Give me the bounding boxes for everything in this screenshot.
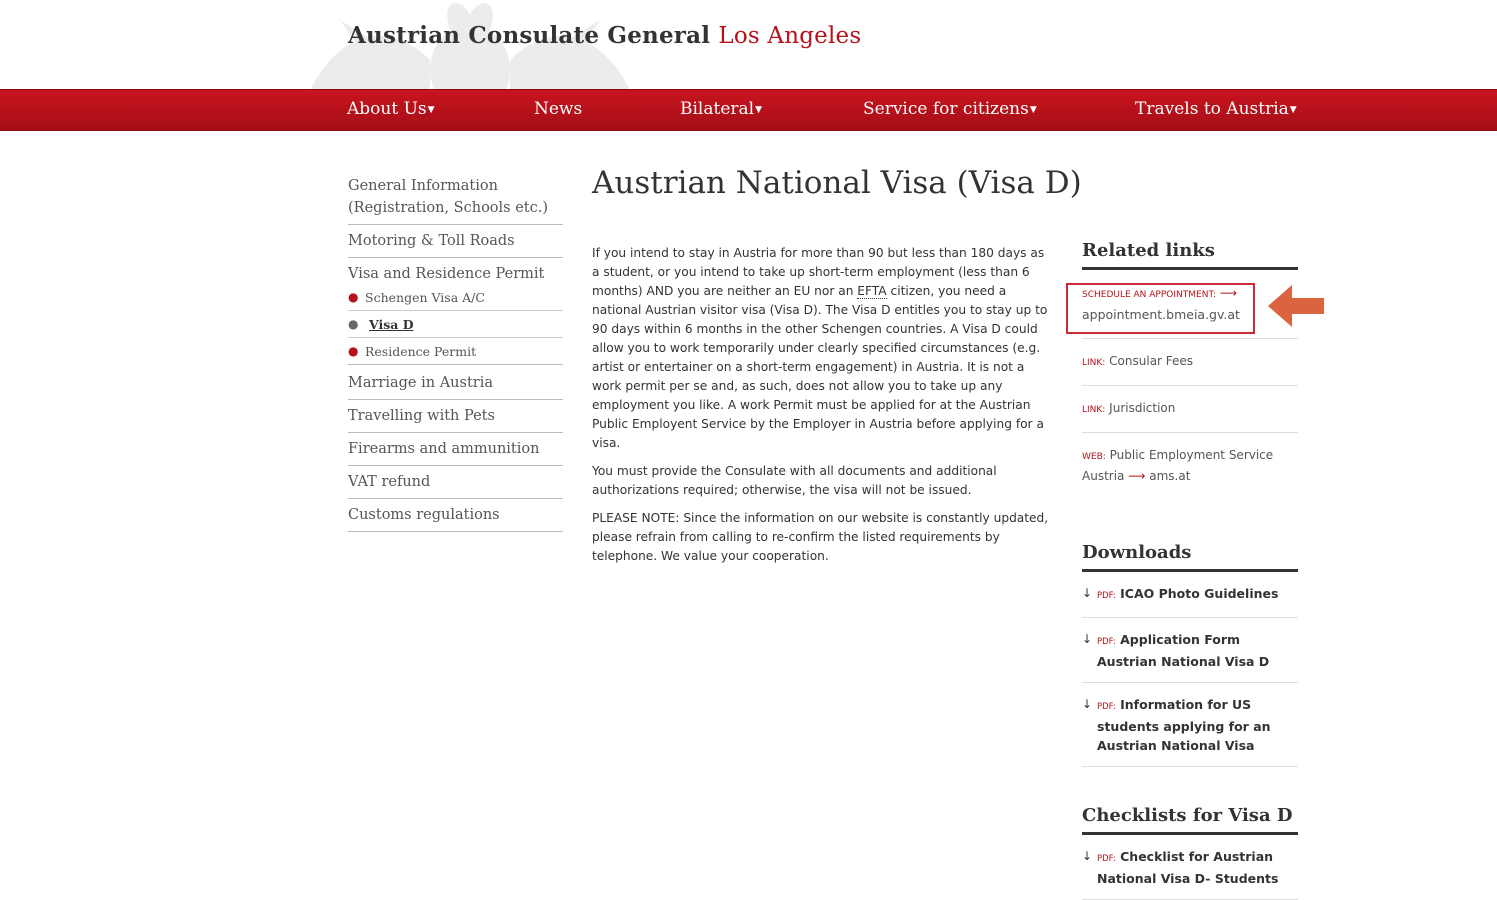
sidebar-nav: General Information (Registration, Schoo…: [348, 174, 563, 536]
nav-service-for-citizens[interactable]: Service for citizens▼: [863, 99, 1037, 119]
site-title-city: Los Angeles: [718, 23, 862, 49]
nav-bilateral-label: Bilateral: [680, 99, 755, 119]
right-column: Related links Schedule an appointment: ⟶…: [1082, 240, 1298, 900]
link-tag: Link:: [1082, 405, 1106, 415]
related-link-consular-fees[interactable]: Link: Consular Fees: [1082, 339, 1298, 386]
nav-bilateral[interactable]: Bilateral▼: [680, 99, 762, 119]
download-label: Information for US students applying for…: [1097, 697, 1271, 753]
download-label: ICAO Photo Guidelines: [1120, 586, 1279, 601]
sidebar-subitem-residence-permit[interactable]: ● Residence Permit: [348, 341, 563, 365]
download-checklist-students[interactable]: ↓ PDF: Checklist for Austrian National V…: [1082, 835, 1298, 900]
nav-travels-to-austria[interactable]: Travels to Austria▼: [1135, 99, 1297, 119]
download-arrow-icon: ↓: [1082, 697, 1093, 711]
related-link-jurisdiction[interactable]: Link: Jurisdiction: [1082, 386, 1298, 433]
related-links-heading: Related links: [1082, 240, 1298, 270]
sidebar-item-customs[interactable]: Customs regulations: [348, 503, 563, 532]
caret-down-icon: ▼: [427, 104, 435, 115]
paragraph-intro-part-b: citizen, you need a national Austrian vi…: [592, 284, 1048, 450]
sidebar-subitem-label: Visa D: [369, 317, 414, 332]
nav-about-us[interactable]: About Us▼: [347, 99, 435, 119]
download-arrow-icon: ↓: [1082, 632, 1093, 646]
site-title-main: Austrian Consulate General: [348, 22, 711, 49]
link-text-domain: ams.at: [1149, 469, 1191, 483]
related-link-ams[interactable]: Web: Public Employment Service Austria ⟶…: [1082, 433, 1298, 500]
pdf-tag: PDF:: [1097, 591, 1116, 601]
sidebar-subitem-schengen-visa[interactable]: ● Schengen Visa A/C: [348, 287, 563, 311]
highlight-box-annotation: [1066, 283, 1255, 334]
nav-service-label: Service for citizens: [863, 99, 1029, 119]
sidebar-item-motoring[interactable]: Motoring & Toll Roads: [348, 229, 563, 258]
download-application-form[interactable]: ↓ PDF: Application Form Austrian Nationa…: [1082, 618, 1298, 683]
link-tag: Link:: [1082, 358, 1106, 368]
downloads-heading: Downloads: [1082, 542, 1298, 572]
arrow-right-icon: ⟶: [1128, 469, 1146, 483]
sidebar-subitem-label: Schengen Visa A/C: [365, 290, 485, 305]
nav-travels-label: Travels to Austria: [1135, 99, 1289, 119]
sidebar-subitem-label: Residence Permit: [365, 344, 477, 359]
site-title[interactable]: Austrian Consulate General Los Angeles: [348, 22, 861, 49]
sidebar-item-marriage[interactable]: Marriage in Austria: [348, 371, 563, 400]
sidebar-item-firearms[interactable]: Firearms and ammunition: [348, 437, 563, 466]
main-content: If you intend to stay in Austria for mor…: [592, 244, 1054, 575]
nav-news[interactable]: News: [534, 99, 582, 119]
pdf-tag: PDF:: [1097, 702, 1116, 712]
download-label: Application Form Austrian National Visa …: [1097, 632, 1270, 669]
efta-abbreviation: EFTA: [857, 284, 887, 299]
paragraph-intro: If you intend to stay in Austria for mor…: [592, 244, 1054, 453]
link-text: Jurisdiction: [1109, 401, 1176, 415]
download-us-students-info[interactable]: ↓ PDF: Information for US students apply…: [1082, 683, 1298, 767]
sidebar-item-general-information[interactable]: General Information (Registration, Schoo…: [348, 174, 563, 225]
page-title: Austrian National Visa (Visa D): [592, 165, 1082, 201]
download-label: Checklist for Austrian National Visa D- …: [1097, 849, 1279, 886]
sidebar-item-pets[interactable]: Travelling with Pets: [348, 404, 563, 433]
link-tag: Web:: [1082, 452, 1106, 462]
download-arrow-icon: ↓: [1082, 586, 1093, 600]
sidebar-item-vat-refund[interactable]: VAT refund: [348, 470, 563, 499]
pdf-tag: PDF:: [1097, 854, 1116, 864]
paragraph-documents: You must provide the Consulate with all …: [592, 464, 997, 497]
caret-down-icon: ▼: [1289, 104, 1297, 115]
download-arrow-icon: ↓: [1082, 849, 1093, 863]
caret-down-icon: ▼: [1029, 104, 1037, 115]
main-navbar: About Us▼ News Bilateral▼ Service for ci…: [0, 89, 1497, 131]
sidebar-subitem-visa-d[interactable]: ● Visa D: [348, 314, 563, 338]
link-text: Consular Fees: [1109, 354, 1194, 368]
paragraph-please-note: PLEASE NOTE: Since the information on ou…: [592, 511, 1049, 563]
nav-news-label: News: [534, 99, 583, 119]
pointer-arrow-icon: [1266, 283, 1326, 329]
download-icao-photo[interactable]: ↓ PDF: ICAO Photo Guidelines: [1082, 572, 1298, 618]
bullet-icon: ●: [348, 290, 359, 304]
sidebar-item-visa-residence[interactable]: Visa and Residence Permit: [348, 262, 563, 287]
bullet-icon: ●: [348, 344, 359, 358]
nav-about-us-label: About Us: [347, 99, 427, 119]
pdf-tag: PDF:: [1097, 637, 1116, 647]
bullet-icon: ●: [348, 317, 359, 331]
caret-down-icon: ▼: [755, 104, 763, 115]
checklists-heading: Checklists for Visa D: [1082, 805, 1298, 835]
